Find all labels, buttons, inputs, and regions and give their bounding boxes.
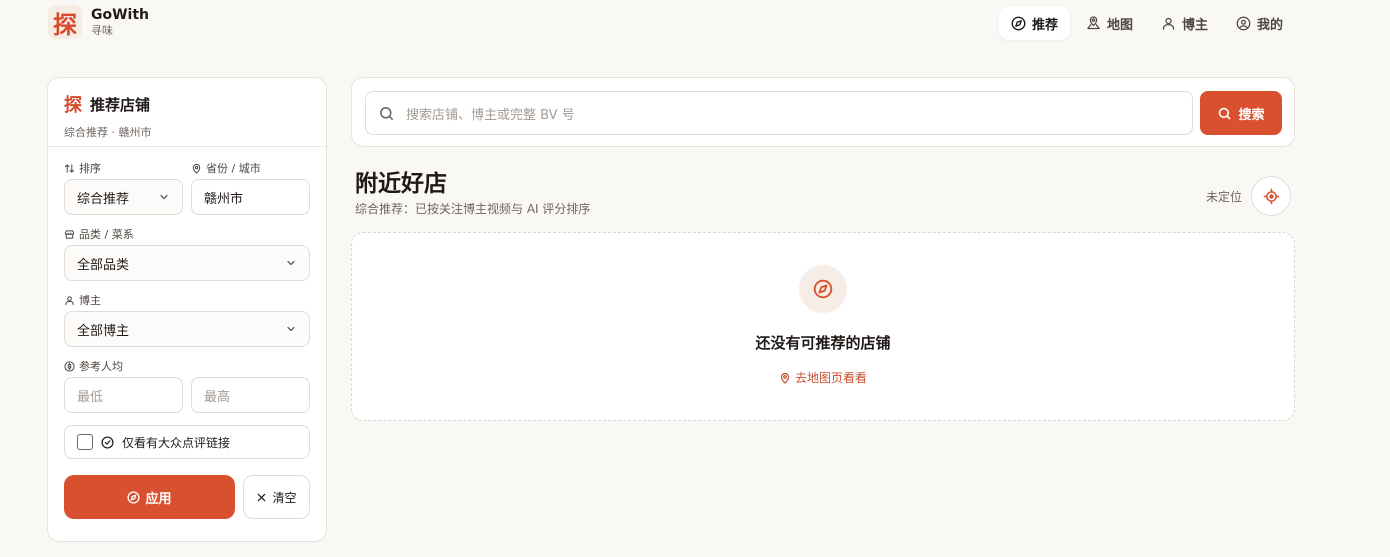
store-icon (64, 229, 75, 239)
sort-value: 综合推荐 (77, 191, 130, 207)
location-status: 未定位 (1206, 190, 1243, 204)
price-range-row: 最低 最高 (64, 375, 310, 413)
nav-map-label: 地图 (1106, 17, 1133, 33)
go-to-map-link[interactable]: 去地图页看看 (352, 369, 1294, 386)
nav-blogger[interactable]: 博主 (1149, 6, 1220, 40)
category-label: 品类 / 菜系 (64, 225, 310, 243)
top-header: 探 GoWith 寻味 推荐 地图 博主 我的 (0, 0, 1390, 46)
category-value: 全部品类 (77, 257, 130, 273)
category-select[interactable]: 全部品类 (64, 245, 310, 281)
locate-button[interactable] (1251, 176, 1291, 216)
sort-city-row: 排序 综合推荐 省份 / 城市 赣州市 (64, 159, 310, 215)
page-subtitle: 综合推荐：已按关注博主视频与 AI 评分排序 (355, 202, 591, 216)
blogger-label: 博主 (64, 291, 310, 309)
blogger-value: 全部博主 (77, 323, 130, 339)
blogger-label-text: 博主 (79, 294, 101, 307)
price-min-placeholder: 最低 (77, 389, 104, 405)
compass-icon (127, 490, 141, 504)
empty-state-title: 还没有可推荐的店铺 (755, 334, 891, 352)
check-circle-icon (101, 435, 114, 449)
brand-name: GoWith (91, 7, 150, 23)
compass-icon (813, 279, 833, 299)
sidebar-logo: 探 (64, 95, 82, 116)
brand-subtitle: 寻味 (91, 23, 113, 37)
crosshair-icon (1263, 188, 1279, 204)
page-title: 附近好店 (355, 171, 447, 197)
main-nav: 推荐 地图 博主 我的 (998, 6, 1295, 40)
compass-icon (1011, 16, 1026, 30)
search-input[interactable]: 搜索店铺、博主或完整 BV 号 (365, 91, 1193, 135)
category-label-text: 品类 / 菜系 (79, 228, 134, 241)
clear-button-label: 清空 (272, 490, 297, 505)
sidebar-subtitle: 综合推荐 · 赣州市 (64, 126, 152, 139)
user-icon (65, 295, 74, 305)
sidebar-header: 探 推荐店铺 综合推荐 · 赣州市 (48, 78, 326, 147)
user-circle-icon (1236, 16, 1251, 30)
sidebar-title-row: 探 推荐店铺 (64, 91, 310, 117)
map-pin-icon (1087, 15, 1100, 29)
sort-group: 排序 综合推荐 (64, 159, 183, 215)
city-label-text: 省份 / 城市 (206, 162, 261, 175)
search-button[interactable]: 搜索 (1200, 91, 1282, 135)
brand-text: GoWith 寻味 (91, 7, 149, 37)
nav-recommend-label: 推荐 (1031, 17, 1058, 33)
empty-state: 还没有可推荐的店铺 去地图页看看 (351, 232, 1295, 421)
chevron-down-icon (287, 326, 295, 332)
close-icon (258, 493, 266, 501)
city-group: 省份 / 城市 赣州市 (191, 159, 310, 215)
sidebar-body: 排序 综合推荐 省份 / 城市 赣州市 品类 / 菜系 全部品类 博主 全部博主… (48, 147, 326, 519)
city-input[interactable]: 赣州市 (191, 179, 310, 215)
nav-profile[interactable]: 我的 (1224, 6, 1295, 40)
dianping-filter-label: 仅看有大众点评链接 (122, 435, 231, 450)
location-pin-icon (780, 372, 790, 384)
dianping-checkbox[interactable] (77, 434, 93, 450)
city-label: 省份 / 城市 (191, 159, 310, 177)
coin-icon (64, 360, 75, 372)
price-label: 参考人均 (64, 357, 310, 375)
nav-map[interactable]: 地图 (1074, 6, 1145, 40)
location-pin-icon (192, 163, 201, 174)
sort-label-text: 排序 (79, 162, 101, 175)
search-icon (380, 107, 393, 120)
city-value: 赣州市 (204, 191, 244, 207)
chevron-down-icon (287, 260, 295, 266)
blogger-select[interactable]: 全部博主 (64, 311, 310, 347)
sidebar-title: 推荐店铺 (90, 95, 151, 114)
search-placeholder: 搜索店铺、博主或完整 BV 号 (406, 107, 575, 123)
dianping-filter[interactable]: 仅看有大众点评链接 (64, 425, 310, 459)
user-icon (1162, 17, 1175, 30)
search-icon (1219, 107, 1231, 119)
brand[interactable]: 探 GoWith 寻味 (48, 5, 149, 39)
filter-sidebar: 探 推荐店铺 综合推荐 · 赣州市 排序 综合推荐 省份 / 城市 赣州市 品类… (47, 77, 327, 542)
sort-arrows-icon (64, 163, 75, 173)
apply-button[interactable]: 应用 (64, 475, 235, 519)
price-label-text: 参考人均 (79, 360, 123, 373)
empty-state-icon (799, 265, 847, 313)
nav-recommend[interactable]: 推荐 (998, 6, 1070, 40)
search-button-label: 搜索 (1238, 107, 1265, 123)
chevron-down-icon (160, 194, 168, 200)
price-min-input[interactable]: 最低 (64, 377, 183, 413)
sort-select[interactable]: 综合推荐 (64, 179, 183, 215)
brand-logo: 探 (48, 5, 82, 39)
sort-label: 排序 (64, 159, 183, 177)
apply-button-label: 应用 (145, 491, 172, 507)
price-max-input[interactable]: 最高 (191, 377, 310, 413)
nav-profile-label: 我的 (1256, 17, 1283, 33)
price-max-placeholder: 最高 (204, 389, 231, 405)
nav-blogger-label: 博主 (1181, 17, 1208, 33)
filter-actions: 应用 清空 (64, 475, 310, 519)
clear-button[interactable]: 清空 (243, 475, 310, 519)
search-card: 搜索店铺、博主或完整 BV 号 搜索 (351, 77, 1295, 147)
go-to-map-label: 去地图页看看 (794, 371, 867, 385)
